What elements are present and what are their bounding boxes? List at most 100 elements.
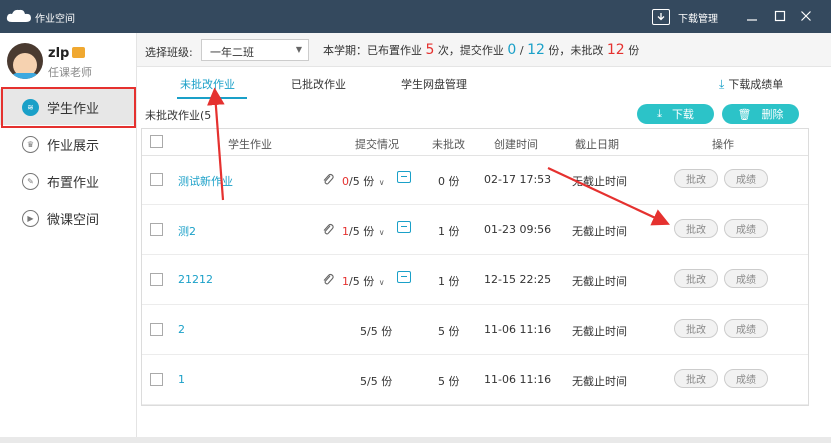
deadline-cell: 无截止时间: [572, 325, 627, 338]
maximize-icon[interactable]: [773, 9, 787, 23]
table-row: 1 5/5 份 5 份 11-06 11:16 无截止时间 批改 成绩: [142, 356, 808, 405]
app-title: 作业空间: [35, 14, 75, 25]
created-time-cell: 12-15 22:25: [484, 273, 552, 286]
unreviewed-cell: 1 份: [438, 225, 460, 238]
download-grades-button[interactable]: ⤓ 下载成绩单: [719, 76, 783, 92]
review-button[interactable]: 批改: [674, 269, 718, 288]
grades-button[interactable]: 成绩: [724, 169, 768, 188]
homework-title-link[interactable]: 21212: [178, 273, 213, 286]
row-checkbox[interactable]: [150, 273, 163, 286]
comment-icon[interactable]: [397, 271, 411, 283]
paperclip-icon[interactable]: [322, 273, 334, 286]
column-header: 提交情况: [355, 138, 399, 151]
homework-title-link[interactable]: 测试新作业: [178, 173, 233, 189]
highlight-annotation: [1, 87, 136, 128]
sidebar-item-label: 布置作业: [47, 175, 100, 191]
select-all-checkbox[interactable]: [150, 135, 163, 148]
semester-summary: 本学期：已布置作业 5 次，提交作业 0 / 12 份，未批改 12 份: [323, 42, 640, 58]
comment-icon[interactable]: [397, 171, 411, 183]
teacher-badge-icon: [72, 47, 85, 58]
column-header: 操作: [712, 138, 734, 151]
assigned-count: 5: [425, 42, 435, 58]
review-button[interactable]: 批改: [674, 169, 718, 188]
edit-icon: ✎: [22, 172, 39, 190]
chevron-down-icon[interactable]: ∨: [376, 278, 385, 287]
table-row: 测试新作业 0/5 份 ∨ 0 份 02-17 17:53 无截止时间 批改 成…: [142, 156, 808, 205]
class-select-label: 选择班级:: [145, 46, 193, 59]
download-manager-label: 下载管理: [678, 13, 718, 25]
created-time-cell: 01-23 09:56: [484, 223, 552, 236]
created-time-cell: 11-06 11:16: [484, 323, 552, 336]
paperclip-icon[interactable]: [322, 223, 334, 236]
table-row: 测2 1/5 份 ∨ 1 份 01-23 09:56 无截止时间 批改 成绩: [142, 206, 808, 255]
sidebar-item-homework-showcase[interactable]: ♛ 作业展示: [0, 126, 137, 162]
delete-button[interactable]: 🗑 删除: [722, 104, 799, 124]
tab-unreviewed[interactable]: 未批改作业: [180, 76, 235, 92]
unreviewed-count: 12: [606, 42, 625, 58]
sidebar-item-label: 作业展示: [47, 138, 100, 154]
review-button[interactable]: 批改: [674, 319, 718, 338]
unreviewed-cell: 5 份: [438, 375, 460, 388]
cloud-logo-icon: [6, 9, 31, 22]
user-name: zlp: [48, 46, 70, 61]
submission-status: 5/5 份: [360, 325, 393, 338]
title-bar: 作业空间 下载管理: [0, 0, 831, 33]
trash-icon: 🗑: [737, 107, 752, 121]
minimize-icon[interactable]: [745, 9, 759, 23]
download-icon: ⤓: [657, 107, 662, 120]
tab-reviewed[interactable]: 已批改作业: [291, 76, 346, 92]
column-header: 学生作业: [228, 138, 272, 151]
class-select[interactable]: 一年二班 ▼: [201, 39, 309, 61]
submission-status: 1/5 份 ∨: [342, 275, 385, 288]
grades-button[interactable]: 成绩: [724, 219, 768, 238]
close-icon[interactable]: [799, 9, 813, 23]
submitted-total: 12: [527, 42, 545, 58]
tab-student-drive[interactable]: 学生网盘管理: [401, 76, 467, 92]
homework-title-link[interactable]: 1: [178, 373, 185, 386]
row-checkbox[interactable]: [150, 223, 163, 236]
chevron-down-icon[interactable]: ∨: [376, 228, 385, 237]
sidebar-item-micro-lesson[interactable]: ▶ 微课空间: [0, 200, 137, 236]
homework-table: 学生作业 提交情况 未批改 创建时间 截止日期 操作 测试新作业 0/5 份 ∨…: [141, 128, 809, 406]
homework-title-link[interactable]: 2: [178, 323, 185, 336]
table-header: 学生作业 提交情况 未批改 创建时间 截止日期 操作: [142, 129, 808, 156]
unreviewed-cell: 1 份: [438, 275, 460, 288]
tab-bar: 未批改作业 已批改作业 学生网盘管理 ⤓ 下载成绩单: [137, 67, 831, 99]
deadline-cell: 无截止时间: [572, 375, 627, 388]
download-grades-label: 下载成绩单: [728, 78, 784, 91]
user-role: 任课老师: [48, 66, 92, 79]
chevron-down-icon: ▼: [295, 45, 302, 54]
sidebar-item-assign-homework[interactable]: ✎ 布置作业: [0, 163, 137, 199]
submitted-count: 0: [507, 42, 517, 58]
submission-status: 5/5 份: [360, 375, 393, 388]
avatar[interactable]: [7, 43, 43, 79]
play-icon: ▶: [22, 209, 39, 227]
download-button[interactable]: ⤓ 下载: [637, 104, 714, 124]
review-button[interactable]: 批改: [674, 219, 718, 238]
class-summary-bar: 选择班级: 一年二班 ▼ 本学期：已布置作业 5 次，提交作业 0 / 12 份…: [137, 33, 831, 67]
homework-title-link[interactable]: 测2: [178, 223, 196, 239]
grades-button[interactable]: 成绩: [724, 319, 768, 338]
grades-button[interactable]: 成绩: [724, 269, 768, 288]
download-icon: ⤓: [719, 76, 725, 91]
grades-button[interactable]: 成绩: [724, 369, 768, 388]
column-header: 未批改: [432, 138, 465, 151]
submission-status: 1/5 份 ∨: [342, 225, 385, 238]
row-checkbox[interactable]: [150, 373, 163, 386]
paperclip-icon[interactable]: [322, 173, 334, 186]
comment-icon[interactable]: [397, 221, 411, 233]
submission-status: 0/5 份 ∨: [342, 175, 385, 188]
chevron-down-icon[interactable]: ∨: [376, 178, 385, 187]
row-checkbox[interactable]: [150, 323, 163, 336]
download-manager-button[interactable]: 下载管理: [652, 8, 718, 26]
active-tab-indicator: [177, 97, 247, 99]
delete-button-label: 删除: [761, 108, 784, 121]
window-bottom-edge: [0, 437, 831, 443]
download-button-label: 下载: [671, 108, 694, 121]
review-button[interactable]: 批改: [674, 369, 718, 388]
created-time-cell: 11-06 11:16: [484, 373, 552, 386]
unreviewed-cell: 5 份: [438, 325, 460, 338]
row-checkbox[interactable]: [150, 173, 163, 186]
deadline-cell: 无截止时间: [572, 275, 627, 288]
sidebar-item-label: 微课空间: [47, 212, 100, 228]
